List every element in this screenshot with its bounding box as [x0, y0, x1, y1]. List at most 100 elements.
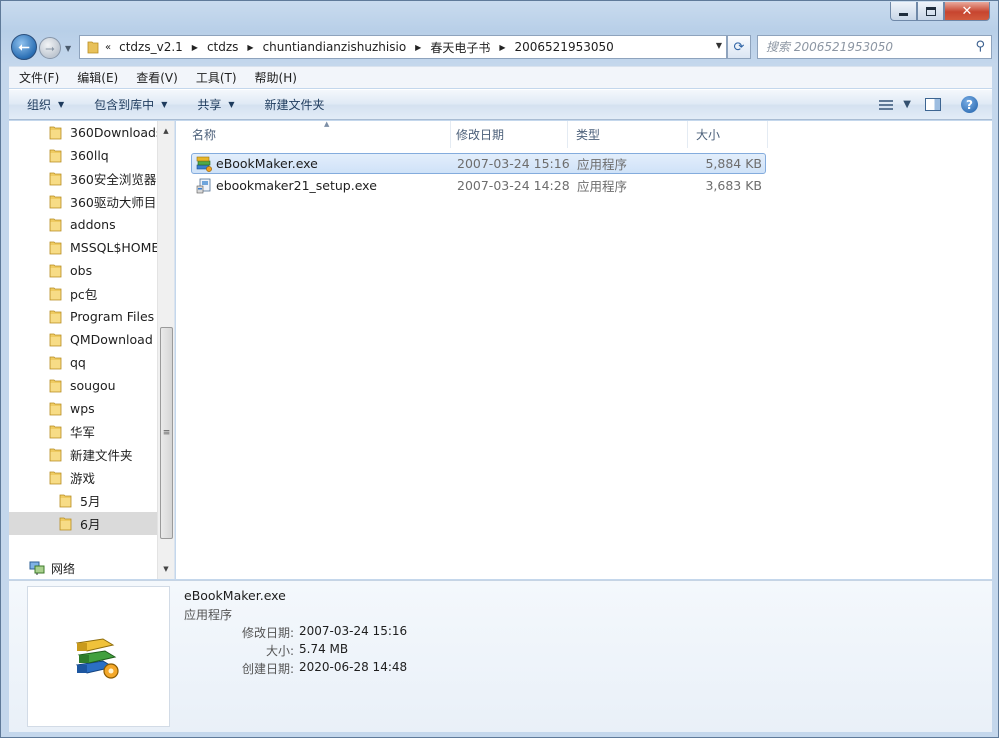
tree-item-label: sougou	[70, 378, 116, 393]
tree-item-folder[interactable]: 5月	[9, 489, 159, 512]
menu-tools[interactable]: 工具(T)	[186, 69, 245, 86]
tree-item-folder[interactable]: 新建文件夹	[9, 443, 159, 466]
folder-icon	[49, 241, 62, 255]
tree-item-label: 网络	[51, 562, 76, 576]
tree-item-folder[interactable]: 6月	[9, 512, 159, 535]
navigation-pane: 360Downloads 360llq 360安全浏览器下 360驱动大师目录 addo…	[9, 121, 175, 579]
tree-item-folder[interactable]: qq	[9, 351, 159, 374]
address-dropdown-icon[interactable]: ▼	[716, 41, 722, 50]
tree-item-folder[interactable]: sougou	[9, 374, 159, 397]
address-bar[interactable]: « ctdzs_v2.1 ▶ ctdzs ▶ chuntiandianzishu…	[79, 35, 727, 59]
folder-icon	[49, 425, 62, 439]
back-arrow-icon: ⭠	[18, 39, 30, 55]
file-row[interactable]: eBookMaker.exe 2007-03-24 15:16 应用程序 5,8…	[191, 153, 766, 174]
column-header-label: 大小	[696, 128, 721, 142]
breadcrumb-separator-icon[interactable]: ▶	[499, 43, 505, 52]
new-folder-button[interactable]: 新建文件夹	[247, 96, 337, 113]
file-name: ebookmaker21_setup.exe	[216, 178, 377, 193]
change-view-button[interactable]: ▼	[879, 99, 911, 110]
tree-item-label: 360驱动大师目录	[70, 195, 159, 210]
tree-item-folder[interactable]: 360llq	[9, 144, 159, 167]
tree-item-folder[interactable]: 360Downloads	[9, 121, 159, 144]
search-box[interactable]: ⚲	[757, 35, 992, 59]
breadcrumb-separator-icon[interactable]: ▶	[192, 43, 198, 52]
share-label: 共享	[197, 98, 222, 112]
column-header-type[interactable]: 类型	[568, 121, 688, 148]
column-header-size[interactable]: 大小	[688, 121, 768, 148]
menu-edit[interactable]: 编辑(E)	[67, 69, 126, 86]
close-button[interactable]: ✕	[944, 2, 990, 21]
column-header-label: 名称	[192, 128, 217, 142]
tree-item-label: 华军	[70, 425, 96, 440]
folder-icon	[49, 195, 62, 209]
new-folder-label: 新建文件夹	[264, 98, 325, 112]
tree-item-label: 6月	[80, 517, 101, 532]
tree-item-folder[interactable]: QMDownload	[9, 328, 159, 351]
include-in-library-button[interactable]: 包含到库中 ▼	[76, 96, 179, 113]
back-button[interactable]: ⭠	[11, 34, 37, 60]
tree-item-folder[interactable]: addons	[9, 213, 159, 236]
breadcrumb-overflow-chevron[interactable]: «	[105, 42, 111, 53]
column-header-date[interactable]: 修改日期	[448, 121, 568, 148]
maximize-button[interactable]	[917, 2, 944, 21]
tree-item-folder[interactable]: wps	[9, 397, 159, 420]
detail-modified-value: 2007-03-24 15:16	[299, 624, 408, 638]
scroll-up-icon[interactable]: ▲	[158, 123, 174, 139]
detail-size-value: 5.74 MB	[299, 642, 349, 656]
setup-installer-icon	[196, 178, 211, 194]
folder-icon	[49, 310, 62, 324]
tree-item-folder[interactable]: 华军	[9, 420, 159, 443]
detail-created-value: 2020-06-28 14:48	[299, 660, 408, 674]
tree-item-folder[interactable]: Program Files (	[9, 305, 159, 328]
folder-icon	[49, 149, 62, 163]
navpane-scrollbar[interactable]: ▲ ≡ ▼	[157, 121, 174, 579]
file-size: 5,884 KB	[705, 156, 762, 171]
breadcrumb: « ctdzs_v2.1 ▶ ctdzs ▶ chuntiandianzishu…	[105, 39, 614, 56]
detail-file-type: 应用程序	[184, 608, 233, 622]
breadcrumb-item[interactable]: chuntiandianzishuzhisio	[263, 40, 407, 54]
tree-item-folder[interactable]: 360驱动大师目录	[9, 190, 159, 213]
folder-icon	[49, 172, 62, 186]
refresh-icon: ⟳	[733, 39, 745, 55]
minimize-button[interactable]	[890, 2, 917, 21]
help-icon[interactable]: ?	[961, 96, 978, 113]
scroll-down-icon[interactable]: ▼	[158, 561, 174, 577]
close-icon: ✕	[961, 3, 973, 19]
file-date: 2007-03-24 15:16	[457, 156, 570, 171]
search-input[interactable]	[766, 40, 966, 54]
file-type: 应用程序	[577, 157, 628, 172]
command-bar-right: ▼ ?	[879, 90, 992, 119]
tree-item-folder[interactable]: MSSQL$HOME	[9, 236, 159, 259]
breadcrumb-separator-icon[interactable]: ▶	[415, 43, 421, 52]
refresh-button[interactable]: ⟳	[727, 35, 751, 59]
menu-view[interactable]: 查看(V)	[126, 69, 186, 86]
breadcrumb-separator-icon[interactable]: ▶	[247, 43, 253, 52]
preview-pane-button[interactable]	[925, 98, 941, 111]
recent-pages-dropdown[interactable]: ▼	[65, 44, 71, 53]
breadcrumb-item[interactable]: ctdzs_v2.1	[119, 40, 183, 54]
command-bar: 组织 ▼ 包含到库中 ▼ 共享 ▼ 新建文件夹 ▼ ?	[9, 89, 992, 120]
organize-button[interactable]: 组织 ▼	[9, 96, 76, 113]
tree-item-folder[interactable]: 游戏	[9, 466, 159, 489]
breadcrumb-item[interactable]: 2006521953050	[515, 40, 614, 54]
menu-file[interactable]: 文件(F)	[9, 69, 67, 86]
minimize-icon	[899, 12, 908, 16]
organize-label: 组织	[27, 98, 52, 112]
tree-item-folder[interactable]: 360安全浏览器下	[9, 167, 159, 190]
tree-item-folder[interactable]: obs	[9, 259, 159, 282]
file-row[interactable]: ebookmaker21_setup.exe 2007-03-24 14:28 …	[191, 175, 766, 196]
column-header-label: 修改日期	[456, 128, 505, 142]
menu-help[interactable]: 帮助(H)	[245, 69, 305, 86]
breadcrumb-item[interactable]: 春天电子书	[430, 39, 490, 56]
file-type: 应用程序	[577, 179, 628, 194]
share-button[interactable]: 共享 ▼	[179, 96, 246, 113]
scrollbar-thumb[interactable]: ≡	[160, 327, 173, 539]
forward-button[interactable]: ⭢	[39, 37, 61, 59]
tree-item-network[interactable]: 网络	[29, 560, 75, 577]
breadcrumb-item[interactable]: ctdzs	[207, 40, 238, 54]
column-header-name[interactable]: ▲ 名称	[184, 120, 451, 148]
search-icon[interactable]: ⚲	[975, 39, 985, 54]
tree-item-label: qq	[70, 355, 86, 370]
chevron-down-icon: ▼	[903, 99, 911, 110]
tree-item-folder[interactable]: pc包	[9, 282, 159, 305]
